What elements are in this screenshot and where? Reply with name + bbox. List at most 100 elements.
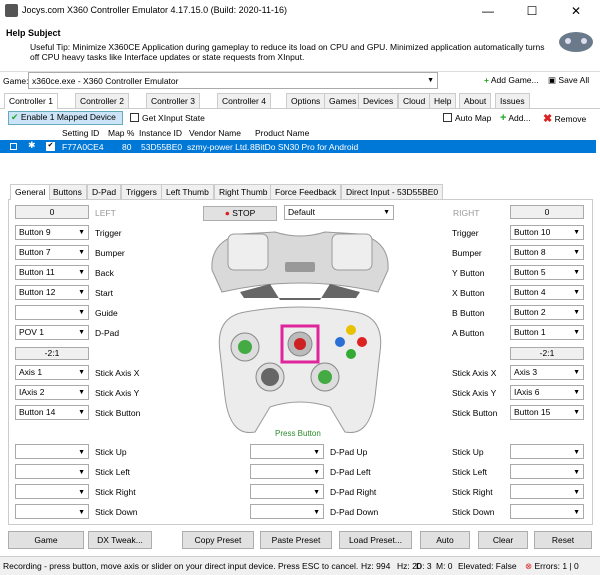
tab-games[interactable]: Games	[324, 93, 362, 108]
device-row[interactable]: ✱ ✔ F77A0CE4 80 53D55BE0 szmy-power Ltd.…	[0, 140, 596, 153]
subtab-left-thumb[interactable]: Left Thumb	[161, 184, 214, 199]
bottom-button-clear[interactable]: Clear	[478, 531, 528, 549]
right-row-3-select[interactable]: Button 4 ▼	[510, 285, 584, 300]
checkbox-icon[interactable]: ✔	[46, 142, 55, 151]
auto-map-label: Auto Map	[455, 113, 492, 123]
maximize-button[interactable]: ☐	[510, 0, 554, 22]
bottom-right-select-0[interactable]: ▼	[510, 444, 584, 459]
bottom-left-select-1[interactable]: ▼	[15, 464, 89, 479]
left-axis-0-select[interactable]: Axis 1 ▼	[15, 365, 89, 380]
bottom-button-reset[interactable]: Reset	[534, 531, 592, 549]
tab-options[interactable]: Options	[286, 93, 326, 108]
game-select[interactable]: x360ce.exe - X360 Controller Emulator ▼	[28, 72, 438, 89]
tab-cloud[interactable]: Cloud	[398, 93, 431, 108]
enable-device-button[interactable]: ✔ Enable 1 Mapped Device	[8, 111, 123, 125]
chevron-down-icon: ▼	[573, 389, 580, 396]
bottom-right-select-1[interactable]: ▼	[510, 464, 584, 479]
save-all-button[interactable]: ▣ Save All	[548, 75, 589, 86]
bottom-right-select-3[interactable]: ▼	[510, 504, 584, 519]
tab-issues[interactable]: Issues	[495, 93, 530, 108]
device-header-0: Setting ID	[62, 128, 100, 138]
bottom-right-select-2[interactable]: ▼	[510, 484, 584, 499]
bottom-button-dx-tweak-[interactable]: DX Tweak...	[88, 531, 152, 549]
status-errors[interactable]: ⊗ Errors: 1 | 0	[525, 561, 579, 572]
right-row-1-select[interactable]: Button 8 ▼	[510, 245, 584, 260]
bottom-mid-select-2[interactable]: ▼	[250, 484, 324, 499]
bottom-mid-select-0[interactable]: ▼	[250, 444, 324, 459]
left-row-5-value: POV 1	[19, 327, 45, 337]
right-axis-0-select[interactable]: Axis 3 ▼	[510, 365, 584, 380]
subtab-buttons[interactable]: Buttons	[48, 184, 87, 199]
bottom-left-select-3[interactable]: ▼	[15, 504, 89, 519]
subtab-triggers[interactable]: Triggers	[121, 184, 162, 199]
add-game-button[interactable]: + Add Game...	[484, 75, 539, 85]
tab-devices[interactable]: Devices	[358, 93, 399, 108]
minimize-button[interactable]: —	[466, 0, 510, 22]
device-header-2: Instance ID	[139, 128, 182, 138]
press-button-label: Press Button	[275, 429, 321, 438]
chevron-down-icon: ▼	[313, 509, 320, 516]
bottom-mid-select-1[interactable]: ▼	[250, 464, 324, 479]
bottom-button-paste-preset[interactable]: Paste Preset	[260, 531, 332, 549]
bottom-mid-select-3[interactable]: ▼	[250, 504, 324, 519]
chevron-down-icon: ▼	[78, 409, 85, 416]
tab-about[interactable]: About	[459, 93, 492, 108]
auto-map-checkbox[interactable]: Auto Map	[443, 113, 491, 123]
right-row-2-select[interactable]: Button 5 ▼	[510, 265, 584, 280]
bottom-left-label-2: Stick Right	[95, 487, 136, 497]
tab-controller-1[interactable]: Controller 1	[4, 93, 58, 109]
bottom-button-game[interactable]: Game	[8, 531, 84, 549]
chevron-down-icon: ▼	[427, 77, 434, 84]
left-row-2-select[interactable]: Button 11 ▼	[15, 265, 89, 280]
tab-help[interactable]: Help	[429, 93, 457, 108]
subtab-force-feedback[interactable]: Force Feedback	[270, 184, 342, 199]
subtab-d-pad[interactable]: D-Pad	[87, 184, 122, 199]
bottom-button-copy-preset[interactable]: Copy Preset	[182, 531, 254, 549]
left-axis-0-value: Axis 1	[19, 367, 43, 377]
right-axis-2-select[interactable]: Button 15 ▼	[510, 405, 584, 420]
add-device-button[interactable]: + Add...	[500, 112, 531, 124]
remove-device-button[interactable]: ✖ Remove	[543, 112, 586, 125]
right-row-5-select[interactable]: Button 1 ▼	[510, 325, 584, 340]
bottom-left-select-2[interactable]: ▼	[15, 484, 89, 499]
tab-controller-3[interactable]: Controller 3	[146, 93, 200, 108]
chevron-down-icon: ▼	[78, 309, 85, 316]
bottom-left-select-0[interactable]: ▼	[15, 444, 89, 459]
tab-controller-2[interactable]: Controller 2	[75, 93, 129, 108]
left-row-3-select[interactable]: Button 12 ▼	[15, 285, 89, 300]
subtab-right-thumb[interactable]: Right Thumb	[214, 184, 273, 199]
left-row-1-select[interactable]: Button 7 ▼	[15, 245, 89, 260]
left-row-3-value: Button 12	[19, 287, 56, 297]
error-icon: ⊗	[525, 561, 533, 571]
right-row-0-select[interactable]: Button 10 ▼	[510, 225, 584, 240]
left-row-0-select[interactable]: Button 9 ▼	[15, 225, 89, 240]
left-axis-2-select[interactable]: Button 14 ▼	[15, 405, 89, 420]
left-axis-1-select[interactable]: IAxis 2 ▼	[15, 385, 89, 400]
subtab-direct-input-53d55be0[interactable]: Direct Input - 53D55BE0	[341, 184, 444, 199]
bottom-button-auto[interactable]: Auto	[420, 531, 470, 549]
chevron-down-icon: ▼	[78, 249, 85, 256]
preset-select[interactable]: Default ▼	[284, 205, 394, 220]
bottom-right-label-2: Stick Right	[452, 487, 493, 497]
preset-value: Default	[288, 207, 315, 217]
bottom-right-label-0: Stick Up	[452, 447, 484, 457]
subtab-general[interactable]: General	[10, 184, 51, 200]
bottom-button-load-preset-[interactable]: Load Preset...	[339, 531, 412, 549]
left-row-5-select[interactable]: POV 1 ▼	[15, 325, 89, 340]
left-row-4-select[interactable]: ▼	[15, 305, 89, 320]
right-label: RIGHT	[453, 208, 480, 218]
tab-controller-4[interactable]: Controller 4	[217, 93, 271, 108]
chevron-down-icon: ▼	[78, 509, 85, 516]
device-instance: 53D55BE0	[141, 142, 183, 152]
get-xinput-checkbox[interactable]: Get XInput State	[130, 113, 205, 123]
right-axis-1-select[interactable]: IAxis 6 ▼	[510, 385, 584, 400]
remove-icon: ✖	[543, 113, 553, 125]
close-button[interactable]: ✕	[554, 0, 598, 22]
app-icon	[5, 4, 18, 17]
game-label: Game:	[3, 76, 29, 86]
right-row-4-select[interactable]: Button 2 ▼	[510, 305, 584, 320]
chevron-down-icon: ▼	[78, 329, 85, 336]
stop-button[interactable]: ● STOP	[203, 206, 277, 221]
device-vendor: szmy-power Ltd.	[187, 142, 250, 152]
right-axis-2-value: Button 15	[514, 407, 551, 417]
